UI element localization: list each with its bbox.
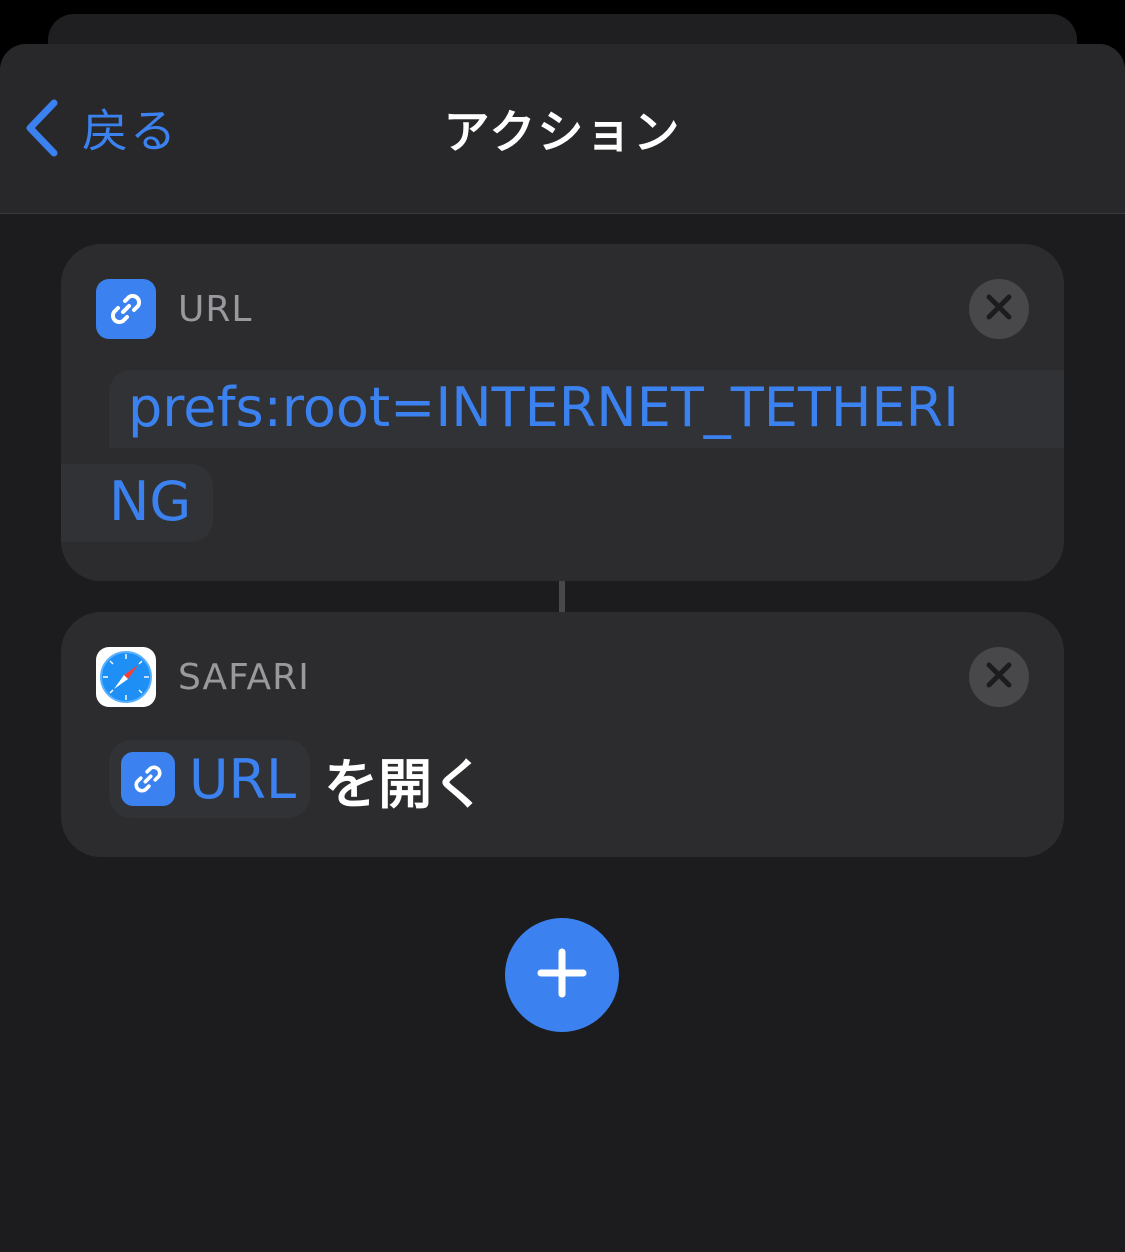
url-value-field[interactable]: prefs:root=INTERNET_TETHERI	[128, 376, 959, 439]
safari-action-body: URL を開く	[109, 740, 486, 818]
safari-action-header: SAFARI	[96, 647, 310, 707]
safari-action-card[interactable]: SAFARI URL を開く	[61, 612, 1064, 857]
navigation-bar: 戻る アクション	[0, 44, 1125, 214]
safari-compass-icon	[96, 647, 156, 707]
url-variable-label: URL	[189, 747, 297, 811]
actions-sheet: 戻る アクション URL prefs:root=INTERNET_TETHERI…	[0, 44, 1125, 1252]
page-title: アクション	[443, 105, 682, 159]
link-icon	[96, 279, 156, 339]
plus-icon	[537, 948, 587, 1002]
url-action-card[interactable]: URL prefs:root=INTERNET_TETHERI NG	[61, 244, 1064, 581]
action-connector	[559, 581, 565, 612]
open-action-text: を開く	[324, 752, 487, 816]
remove-safari-action-button[interactable]	[969, 647, 1029, 707]
url-value-field-continued[interactable]: NG	[109, 470, 191, 533]
url-variable-token[interactable]: URL	[109, 740, 311, 818]
close-icon	[985, 661, 1013, 693]
close-icon	[985, 293, 1013, 325]
url-action-header: URL	[96, 279, 252, 339]
link-icon	[121, 752, 175, 806]
add-action-button[interactable]	[505, 918, 619, 1032]
url-action-name: URL	[178, 288, 253, 330]
safari-action-name: SAFARI	[178, 656, 310, 698]
remove-url-action-button[interactable]	[969, 279, 1029, 339]
